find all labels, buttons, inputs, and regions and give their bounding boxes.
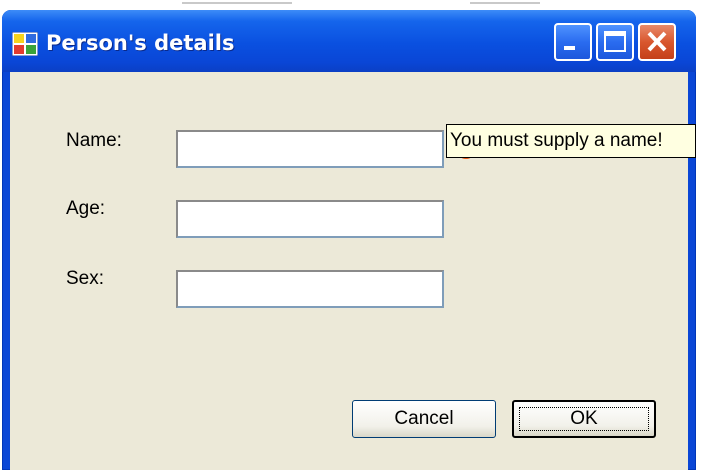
sex-label: Sex: [66,268,105,289]
ok-button[interactable]: OK [512,400,656,438]
dialog-window: Person's details Name: Age: Sex: Cancel … [2,10,696,470]
validation-tooltip: You must supply a name! [446,124,696,158]
app-icon[interactable] [11,31,39,57]
minimize-icon [564,46,575,50]
maximize-button[interactable] [596,23,634,61]
focus-rectangle [519,407,649,431]
cancel-button[interactable]: Cancel [352,400,496,438]
age-label: Age: [66,198,106,219]
close-icon [647,31,667,52]
window-title: Person's details [46,31,235,55]
name-label: Name: [66,130,122,151]
name-field[interactable] [176,130,444,168]
background-decoration [470,2,540,4]
minimize-button[interactable] [554,23,592,61]
age-field[interactable] [176,200,444,238]
title-bar[interactable]: Person's details [2,10,696,72]
maximize-icon [604,31,626,52]
background-strip [0,0,704,10]
close-button[interactable] [638,23,676,61]
sex-field[interactable] [176,270,444,308]
background-decoration [182,2,292,4]
cancel-button-label: Cancel [394,408,454,429]
